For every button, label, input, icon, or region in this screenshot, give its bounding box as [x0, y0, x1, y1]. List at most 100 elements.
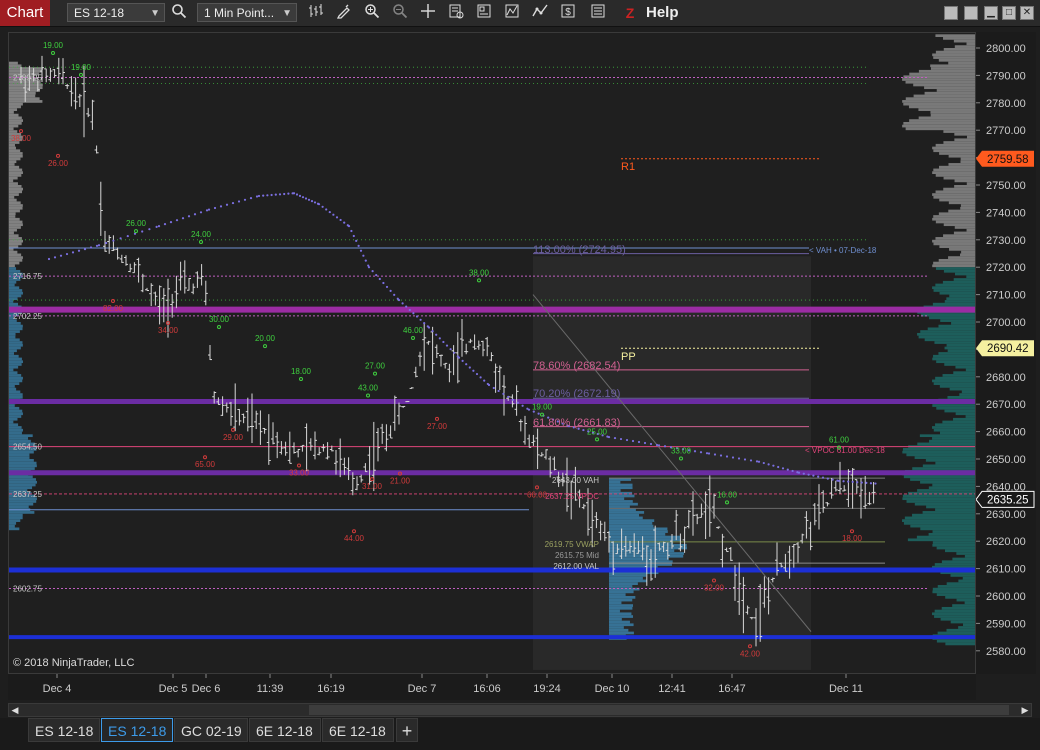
volume-profile-left-bar [9, 297, 18, 301]
tab-es-12-18-b[interactable]: ES 12-18 [101, 718, 173, 742]
volume-profile-left-bar [9, 461, 37, 465]
zoom-in-icon[interactable] [362, 3, 382, 23]
volume-profile-left-bar [9, 343, 23, 347]
chart-toolbar: Chart ES 12-18 ▼ 1 Min Point... ▼ $ Z He… [0, 0, 1040, 27]
vwap-dot [851, 480, 854, 484]
volume-profile-left-bar [9, 108, 18, 111]
instrument-selector[interactable]: ES 12-18 ▼ [67, 3, 165, 22]
help-menu[interactable]: Help [646, 0, 679, 26]
close-icon[interactable]: ✕ [1020, 6, 1034, 20]
price-tick-label: 2580.00 [986, 646, 1026, 658]
volume-profile-left-bar [9, 160, 17, 164]
vwap-dot [77, 249, 81, 252]
vwap-dot [357, 244, 360, 247]
volume-profile-left-bar [9, 234, 19, 238]
scroll-right-icon[interactable]: ▶ [1019, 704, 1031, 716]
time-tick-label: 19:24 [533, 683, 561, 695]
crosshair-icon[interactable] [418, 3, 438, 23]
bar-marker-red [850, 529, 854, 534]
vwap-dot [781, 467, 785, 470]
volume-profile-bar [956, 598, 975, 602]
volume-profile-left-bar [9, 61, 18, 65]
bar-marker-red [56, 153, 60, 158]
volume-profile-left-bar [9, 185, 22, 188]
session-profile-bar [609, 615, 634, 618]
vwap-dot [243, 198, 247, 201]
volume-profile-bar [932, 483, 975, 487]
vwap-dot [817, 475, 820, 478]
minimize-icon[interactable] [944, 6, 958, 20]
session-profile-bar [609, 579, 648, 583]
zoom-out-icon[interactable] [390, 3, 410, 23]
tab-gc-02-19[interactable]: GC 02-19 [174, 718, 248, 742]
minimize-window-icon[interactable]: ▁ [984, 6, 998, 20]
vwap-dot [213, 206, 217, 210]
volume-profile-bar [960, 206, 975, 210]
bar-marker-green [411, 335, 415, 340]
volume-profile-bar [935, 461, 975, 465]
volume-profile-left-bar [9, 280, 17, 284]
vwap-dot [631, 439, 635, 443]
volume-profile-left-bar [9, 228, 17, 232]
session-profile-bar [609, 519, 655, 522]
volume-profile-left-bar [9, 393, 23, 396]
vwap-dot [207, 208, 211, 211]
volume-profile-left-bar [9, 335, 16, 339]
volume-profile-left-bar [9, 338, 20, 342]
price-marker-label: 2635.25 [987, 494, 1029, 506]
z-icon[interactable]: Z [622, 4, 638, 22]
tab-6e-12-18-a[interactable]: 6E 12-18 [249, 718, 321, 742]
data-box-icon[interactable] [446, 3, 466, 23]
volume-profile-bar [932, 404, 975, 407]
price-chart[interactable]: R1 PP 113.00% (2724.95) 78.60% (2682.54) 70.… [9, 33, 975, 673]
add-tab-button[interactable]: + [396, 718, 418, 742]
volume-profile-bar [932, 302, 975, 306]
volume-profile-bar [966, 228, 975, 232]
volume-profile-bar [947, 395, 975, 399]
volume-profile-left-bar [9, 127, 14, 131]
vwap-dot [619, 437, 623, 441]
volume-profile-bar [903, 121, 975, 125]
app-label[interactable]: Chart [0, 0, 50, 26]
volume-profile-bar [944, 409, 975, 413]
search-icon[interactable] [169, 3, 189, 23]
price-tick-label: 2800.00 [986, 43, 1026, 55]
restore-icon[interactable] [964, 6, 978, 20]
volume-profile-bar [933, 149, 975, 153]
volume-profile-bar [902, 519, 975, 522]
scrollbar-thumb[interactable] [309, 705, 1009, 715]
vwap-dot [304, 197, 308, 200]
vwap-dot [339, 218, 342, 222]
horizontal-scrollbar[interactable]: ◀ ▶ [8, 703, 1032, 717]
strategies-icon[interactable] [502, 3, 522, 23]
indicators-icon[interactable] [530, 3, 550, 23]
volume-profile-bar [944, 300, 975, 303]
volume-profile-left-bar [9, 182, 18, 185]
bar-type-icon[interactable] [306, 3, 326, 23]
maximize-icon[interactable]: □ [1002, 6, 1016, 20]
volume-profile-bar [965, 415, 975, 418]
volume-profile-bar [929, 439, 975, 443]
time-axis[interactable]: Dec 4 Dec 5 Dec 6 11:39 16:19 Dec 7 16:06 19:24… [8, 674, 976, 700]
tab-6e-12-18-b[interactable]: 6E 12-18 [322, 718, 394, 742]
volume-profile-bar [928, 532, 975, 536]
vwap-dot [301, 196, 305, 199]
volume-profile-bar [951, 322, 975, 325]
drawing-pencil-icon[interactable] [334, 3, 354, 23]
templates-icon[interactable] [474, 3, 494, 23]
chart-trader-icon[interactable]: $ [558, 3, 578, 23]
vwap-dot [842, 480, 845, 483]
properties-icon[interactable] [588, 3, 608, 23]
tab-es-12-18-a[interactable]: ES 12-18 [28, 718, 100, 742]
price-axis[interactable]: 2800.002790.002780.002770.002760.002750.… [975, 32, 1036, 674]
session-profile-bar [609, 596, 636, 599]
chart-panel[interactable]: R1 PP 113.00% (2724.95) 78.60% (2682.54) 70.… [8, 32, 976, 674]
bar-marker-green [199, 240, 203, 245]
volume-profile-left-bar [9, 354, 19, 358]
interval-selector[interactable]: 1 Min Point... ▼ [197, 3, 297, 22]
bar-label-green: 16.00 [717, 490, 738, 499]
volume-profile-bar [928, 486, 975, 490]
volume-profile-left-bar [9, 215, 16, 218]
scroll-left-icon[interactable]: ◀ [9, 704, 21, 716]
bar-marker-red [297, 463, 301, 468]
